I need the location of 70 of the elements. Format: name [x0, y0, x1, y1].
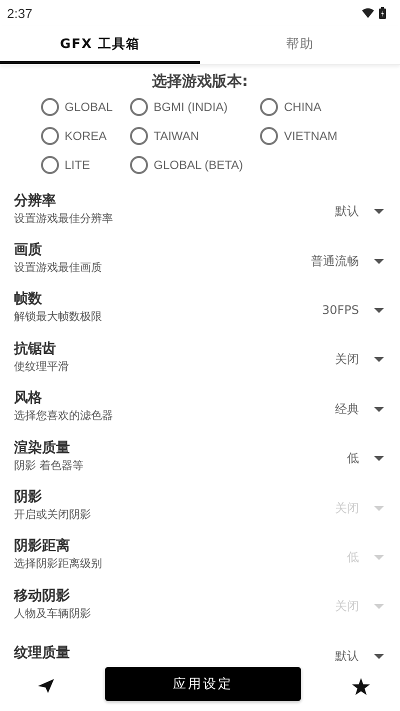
send-button[interactable]	[36, 677, 56, 695]
setting-title: 阴影距离	[14, 537, 71, 556]
radio-label: CHINA	[284, 100, 322, 114]
radio-button[interactable]	[130, 98, 148, 116]
setting-title: 渲染质量	[14, 438, 71, 457]
radio-button[interactable]	[260, 98, 278, 116]
setting-description: 人物及车辆阴影	[14, 606, 91, 621]
radio-label: BGMI (INDIA)	[154, 100, 229, 114]
setting-title: 阴影	[14, 488, 43, 506]
tab[interactable]: GFX 工具箱	[0, 26, 200, 64]
dropdown-arrow-icon	[374, 209, 384, 214]
setting-description: 使纹理平滑	[14, 358, 69, 374]
section-title: 选择游戏版本:	[152, 72, 248, 91]
radio-label: KOREA	[64, 128, 108, 142]
star-icon	[352, 678, 370, 694]
radio-button[interactable]	[130, 156, 148, 174]
favorite-button[interactable]	[350, 676, 372, 696]
radio-button[interactable]	[40, 98, 59, 116]
dropdown-arrow-icon	[374, 308, 384, 313]
wifi-icon	[362, 8, 374, 18]
radio-option[interactable]: LITE	[40, 153, 127, 176]
radio-label: VIETNAM	[284, 128, 338, 142]
radio-option[interactable]: TAIWAN	[130, 124, 258, 147]
paper-plane-icon	[38, 679, 54, 693]
dropdown[interactable]: 30FPS	[322, 297, 384, 318]
dropdown-arrow-icon	[374, 506, 384, 511]
battery-icon	[379, 7, 386, 19]
setting-title: 纹理质量	[14, 644, 70, 661]
radio-button[interactable]	[260, 126, 278, 144]
status-time: 2:37	[7, 6, 32, 20]
setting-title: 移动阴影	[14, 586, 71, 605]
setting-description: 解锁最大帧数极限	[14, 309, 102, 324]
dropdown-arrow-icon	[374, 357, 384, 362]
setting-title: 分辨率	[14, 192, 57, 210]
radio-label: GLOBAL (BETA)	[154, 158, 244, 172]
setting-description: 开启或关闭阴影	[14, 507, 91, 522]
dropdown-arrow-icon	[374, 654, 384, 659]
radio-option[interactable]: BGMI (INDIA)	[130, 95, 258, 118]
radio-label: GLOBAL	[64, 100, 114, 114]
setting-title: 抗锯齿	[14, 340, 57, 358]
radio-label: LITE	[64, 158, 91, 172]
setting-title: 帧数	[14, 290, 43, 308]
radio-option[interactable]: GLOBAL	[40, 95, 127, 118]
setting-description: 阴影 着色器等	[14, 458, 84, 473]
tab[interactable]: 帮助	[200, 26, 400, 64]
setting-description: 设置游戏最佳分辨率	[14, 210, 113, 226]
dropdown[interactable]: 普通流畅	[311, 246, 384, 270]
setting-title: 画质	[14, 241, 43, 260]
setting-description: 选择您喜欢的滤色器	[14, 408, 113, 424]
dropdown[interactable]: 默认	[335, 197, 384, 220]
dropdown[interactable]: 经典	[335, 394, 384, 418]
radio-label: TAIWAN	[154, 128, 200, 142]
dropdown-arrow-icon	[374, 604, 384, 610]
setting-title: 风格	[14, 389, 43, 408]
radio-option[interactable]: VIETNAM	[260, 124, 352, 147]
radio-option[interactable]: KOREA	[40, 124, 127, 147]
dropdown[interactable]: 关闭	[335, 345, 384, 368]
dropdown-arrow-icon	[374, 258, 384, 264]
radio-button[interactable]	[130, 126, 148, 144]
radio-button[interactable]	[40, 156, 59, 174]
setting-description: 设置游戏最佳画质	[14, 260, 102, 276]
radio-option[interactable]: GLOBAL (BETA)	[130, 153, 258, 176]
apply-button[interactable]: 应用设定	[105, 667, 301, 701]
radio-button[interactable]	[40, 126, 59, 144]
dropdown-arrow-icon	[374, 456, 384, 462]
dropdown-arrow-icon	[374, 406, 384, 412]
setting-description: 选择阴影距离级别	[14, 556, 102, 572]
radio-option[interactable]: CHINA	[260, 95, 352, 118]
dropdown-arrow-icon	[374, 554, 384, 560]
dropdown[interactable]: 低	[347, 444, 384, 468]
